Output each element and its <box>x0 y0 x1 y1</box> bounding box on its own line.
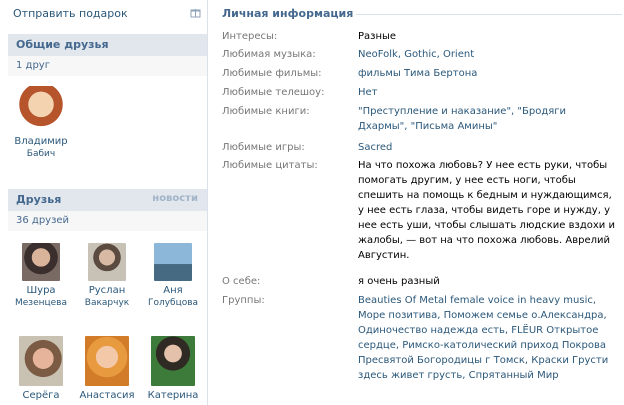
friend-first-name[interactable]: Анастасия <box>74 389 140 402</box>
left-column: Отправить подарок Общие друзья 1 друг Вл… <box>0 0 208 405</box>
friends-title: Друзья <box>16 193 62 206</box>
section-divider <box>356 14 622 15</box>
friend-card[interactable]: Серёга <box>8 336 74 402</box>
common-friends-count: 1 друг <box>16 60 50 71</box>
friend-last-name[interactable]: Вакарчук <box>74 297 140 310</box>
friend-first-name[interactable]: Руслан <box>74 284 140 297</box>
groups-label: Группы: <box>222 295 265 306</box>
gift-icon <box>190 9 201 18</box>
friend-first-name[interactable]: Катерина <box>140 389 206 402</box>
music-label: Любимая музыка: <box>222 49 316 60</box>
tv-value[interactable]: Нет <box>358 85 618 100</box>
friend-card[interactable]: Анастасия <box>74 336 140 402</box>
about-value: я очень разный <box>358 276 440 287</box>
common-friends-count-bar: 1 друг <box>8 56 207 76</box>
groups-value[interactable]: Beauties Of Metal female voice in heavy … <box>358 293 618 383</box>
friend-avatar[interactable] <box>19 336 63 386</box>
friend-avatar[interactable] <box>154 243 192 281</box>
friend-last-name[interactable]: Мезенцева <box>8 297 74 310</box>
friend-first-name[interactable]: Серёга <box>8 389 74 402</box>
games-label: Любимые игры: <box>222 142 305 153</box>
movies-value[interactable]: фильмы Тима Бертона <box>358 66 618 81</box>
friends-header[interactable]: Друзья новости <box>8 189 207 211</box>
friend-card[interactable]: Шура Мезенцева <box>8 243 74 310</box>
friend-last-name[interactable]: Голубцова <box>140 297 206 310</box>
interests-label: Интересы: <box>222 31 278 42</box>
friend-first-name[interactable]: Шура <box>8 284 74 297</box>
friend-card[interactable]: Руслан Вакарчук <box>74 243 140 310</box>
about-label: О себе: <box>222 276 261 287</box>
common-friend-card[interactable]: Владимир Бабич <box>8 86 74 161</box>
tv-label: Любимые телешоу: <box>222 87 325 98</box>
friend-card[interactable]: Аня Голубцова <box>140 243 206 310</box>
movies-label: Любимые фильмы: <box>222 68 322 79</box>
friends-news-link[interactable]: новости <box>152 193 198 204</box>
books-value[interactable]: "Преступление и наказание", "Бродяги Дха… <box>358 104 618 134</box>
send-gift-link[interactable]: Отправить подарок <box>13 7 201 21</box>
friend-first-name[interactable]: Аня <box>140 284 206 297</box>
friend-last-name[interactable]: Бабич <box>8 148 74 161</box>
friend-avatar[interactable] <box>151 336 195 386</box>
friend-avatar[interactable] <box>85 336 129 386</box>
music-value[interactable]: NeoFolk, Gothic, Orient <box>358 47 618 62</box>
books-label: Любимые книги: <box>222 106 310 117</box>
quotes-label: Любимые цитаты: <box>222 160 318 171</box>
friend-first-name[interactable]: Владимир <box>8 135 74 148</box>
send-gift-label: Отправить подарок <box>13 7 128 20</box>
friend-card[interactable]: Катерина <box>140 336 206 402</box>
friend-avatar[interactable] <box>18 86 64 132</box>
personal-info-panel: Личная информация Интересы: Разные Любим… <box>208 0 624 405</box>
friend-avatar[interactable] <box>88 243 126 281</box>
common-friends-title: Общие друзья <box>16 38 109 51</box>
common-friends-header[interactable]: Общие друзья <box>8 34 207 56</box>
friends-count: 36 друзей <box>16 215 70 226</box>
interests-value: Разные <box>358 31 397 42</box>
quotes-value: На что похожа любовь? У нее есть руки, ч… <box>358 160 615 261</box>
friend-avatar[interactable] <box>22 243 60 281</box>
friends-count-bar: 36 друзей <box>8 211 207 231</box>
games-value[interactable]: Sacred <box>358 140 618 155</box>
